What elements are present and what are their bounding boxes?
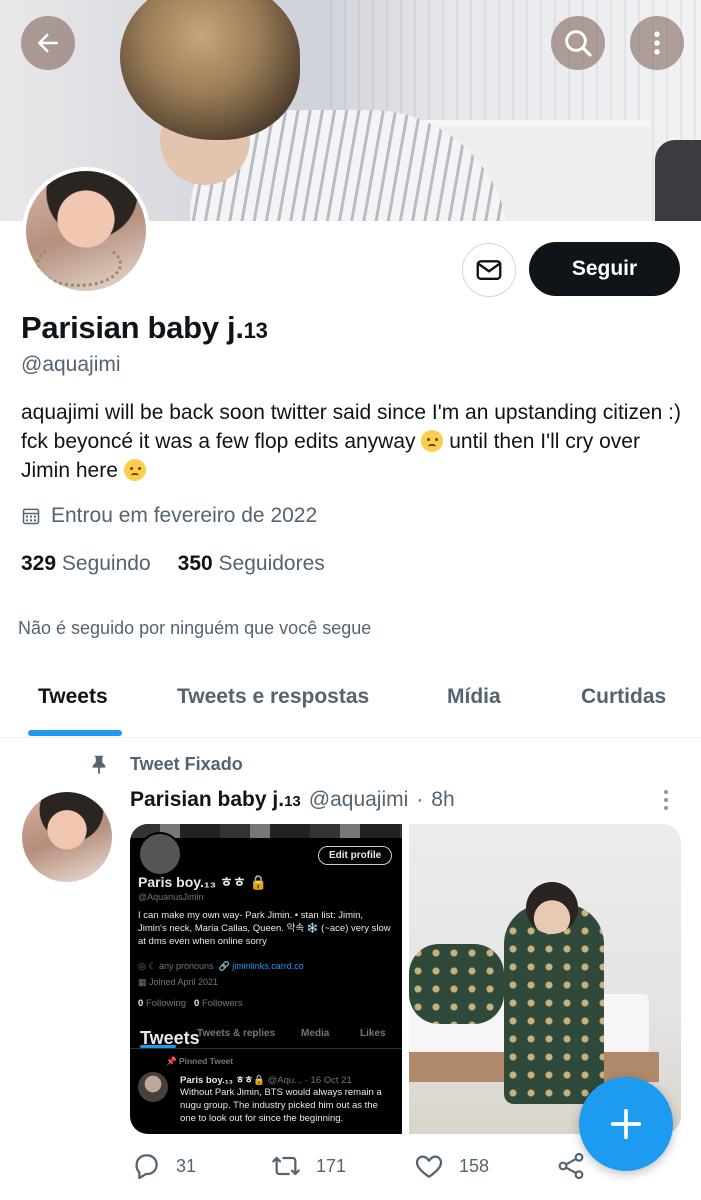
screenshot-bio: I can make my own way- Park Jimin. • sta… <box>138 910 391 947</box>
tweet-more-icon[interactable] <box>656 787 676 813</box>
pin-icon <box>92 755 106 775</box>
compose-tweet-button[interactable] <box>579 1077 673 1171</box>
active-tab-indicator <box>28 730 122 736</box>
envelope-icon <box>476 260 502 280</box>
screenshot-avatar <box>138 832 182 876</box>
follow-counts: 329 Seguindo 350 Seguidores <box>21 552 325 576</box>
following-link[interactable]: 329 Seguindo <box>21 552 151 576</box>
search-icon <box>565 30 592 57</box>
screenshot-pinned: 📌 Pinned Tweet <box>166 1056 234 1066</box>
screenshot-meta: ◎ ☾ any pronouns 🔗 jiminlinks.carrd.co <box>138 961 304 971</box>
plus-icon <box>610 1108 642 1140</box>
pinned-tweet-label: Tweet Fixado <box>88 752 243 776</box>
profile-bio: aquajimi will be back soon twitter said … <box>21 401 681 482</box>
search-button[interactable] <box>551 16 605 70</box>
tab-media[interactable]: Mídia <box>447 685 501 709</box>
back-button[interactable] <box>21 16 75 70</box>
screenshot-edit-profile: Edit profile <box>318 846 393 865</box>
like-button[interactable]: 158 <box>413 1150 489 1182</box>
screenshot-name: Paris boy.₁₃ ㅎㅎ 🔒 <box>138 874 268 890</box>
tweet-author-handle: @aquajimi <box>308 788 409 811</box>
profile-tabs: Tweets Tweets e respostas Mídia Curtidas <box>0 660 701 738</box>
tweet-time[interactable]: 8h <box>431 788 454 812</box>
reply-button[interactable]: 31 <box>130 1150 196 1182</box>
profile-handle: @aquajimi <box>21 353 121 376</box>
retweet-button[interactable]: 171 <box>270 1150 346 1182</box>
screenshot-tweet-text: Without Park Jimin, BTS would always rem… <box>180 1087 382 1124</box>
mutual-followers-note: Não é seguido por ninguém que você segue <box>18 618 372 638</box>
relieved-face-emoji-icon <box>123 459 146 481</box>
more-vertical-icon <box>654 31 660 55</box>
reply-icon <box>135 1154 158 1180</box>
screenshot-handle: @AquariusJimin <box>138 892 204 902</box>
tab-likes[interactable]: Curtidas <box>581 685 666 709</box>
share-icon <box>558 1152 584 1180</box>
slightly-frowning-face-emoji-icon <box>421 430 444 452</box>
tab-tweets-and-replies[interactable]: Tweets e respostas <box>177 685 369 709</box>
follow-button[interactable]: Seguir <box>529 242 680 296</box>
screenshot-tabs: Tweets Tweets & replies Media Likes <box>130 1020 402 1049</box>
message-button[interactable] <box>462 243 516 297</box>
calendar-icon <box>22 508 40 525</box>
share-button[interactable] <box>555 1150 587 1182</box>
tweet-author-name[interactable]: Parisian baby j.13 <box>130 788 301 812</box>
tweet-header: Parisian baby j.13 @aquajimi · 8h <box>130 788 455 812</box>
arrow-left-icon <box>37 33 58 53</box>
media-image-profile-screenshot[interactable]: Edit profile Paris boy.₁₃ ㅎㅎ 🔒 @Aquarius… <box>130 824 402 1134</box>
screenshot-counts: 0 Following 0 Followers <box>138 998 243 1009</box>
tweet-author-avatar[interactable] <box>22 792 112 882</box>
screenshot-tweet-header: Paris boy.₁₃ ㅎㅎ🔒 @Aqu... · 16 Oct 21 <box>180 1075 352 1086</box>
screenshot-joined: ▦ Joined April 2021 <box>138 977 219 987</box>
screenshot-tweet-avatar <box>138 1072 168 1102</box>
heart-icon <box>415 1155 443 1178</box>
more-options-button[interactable] <box>630 16 684 70</box>
followers-link[interactable]: 350 Seguidores <box>178 552 325 576</box>
tweet-separator: · <box>416 788 424 811</box>
tab-tweets[interactable]: Tweets <box>38 685 108 709</box>
join-date: Entrou em fevereiro de 2022 <box>21 504 317 528</box>
profile-avatar[interactable] <box>22 167 150 295</box>
profile-display-name: Parisian baby j.13 <box>21 310 268 345</box>
retweet-icon <box>272 1156 300 1176</box>
